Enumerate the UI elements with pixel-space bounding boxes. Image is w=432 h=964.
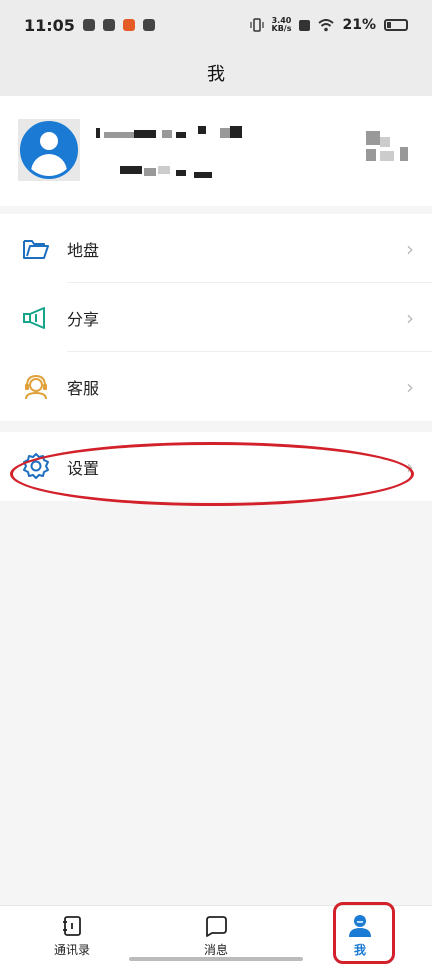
status-time: 11:05	[24, 15, 75, 35]
chevron-right-icon: ›	[406, 305, 414, 330]
contacts-icon	[63, 915, 81, 936]
notification-icon	[142, 19, 155, 31]
chevron-right-icon: ›	[406, 236, 414, 261]
tab-label: 我	[353, 942, 366, 957]
chevron-right-icon: ›	[406, 454, 414, 479]
notification-icon	[122, 19, 135, 31]
notification-icon	[82, 19, 95, 31]
net-speed-unit: KB/s	[271, 24, 292, 33]
menu-group-main: 地盘 › 分享 › 客服 ›	[0, 214, 432, 421]
menu-item-label: 分享	[67, 309, 100, 329]
menu-item-label: 地盘	[67, 240, 100, 260]
sim-icon	[299, 19, 311, 31]
status-right: 3.40 KB/s 21%	[249, 17, 408, 33]
menu-item-disk[interactable]: 地盘 ›	[0, 214, 432, 283]
avatar[interactable]	[18, 119, 80, 181]
tab-messages[interactable]: 消息	[144, 906, 288, 964]
folder-icon	[23, 240, 49, 259]
vibrate-icon	[249, 18, 264, 32]
chevron-right-icon: ›	[406, 374, 414, 399]
status-left: 11:05	[24, 16, 155, 35]
person-icon	[349, 914, 371, 937]
page-header: 我	[0, 50, 432, 96]
gear-icon	[23, 453, 49, 479]
tab-contacts[interactable]: 通讯录	[0, 906, 144, 964]
menu-item-label: 客服	[67, 378, 100, 398]
net-speed: 3.40 KB/s	[272, 17, 292, 33]
battery-icon	[384, 19, 408, 31]
qr-code-icon[interactable]	[360, 131, 416, 171]
menu-item-support[interactable]: 客服 ›	[0, 352, 432, 421]
menu-item-share[interactable]: 分享 ›	[0, 283, 432, 352]
home-indicator[interactable]	[129, 957, 303, 961]
menu-item-settings[interactable]: 设置 ›	[0, 432, 432, 501]
status-bar: 11:05 3.40 KB/s 21%	[0, 0, 432, 50]
menu-group-settings: 设置 ›	[0, 432, 432, 501]
menu-item-label: 设置	[67, 458, 100, 478]
bottom-nav: 通讯录 消息 我	[0, 905, 432, 964]
tab-label: 消息	[203, 942, 228, 957]
notification-icon	[102, 19, 115, 31]
wifi-icon	[318, 18, 335, 31]
headset-icon	[25, 374, 47, 400]
megaphone-icon	[23, 307, 45, 329]
profile-card[interactable]	[0, 96, 432, 206]
message-icon	[206, 915, 227, 937]
battery-percent: 21%	[342, 17, 376, 33]
avatar-icon	[20, 121, 78, 179]
tab-me[interactable]: 我	[288, 906, 432, 964]
page-title: 我	[207, 64, 225, 85]
tab-label: 通讯录	[53, 942, 90, 957]
